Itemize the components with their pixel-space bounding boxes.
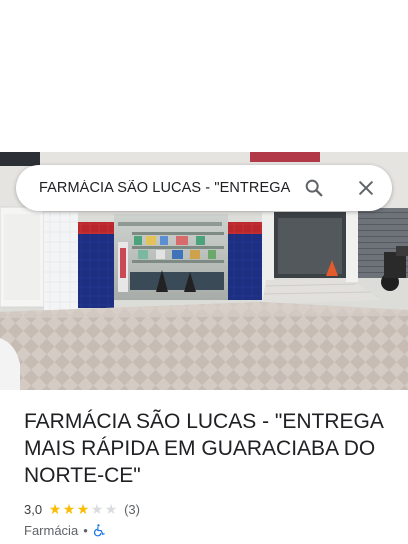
category-row: Farmácia • xyxy=(24,521,106,539)
star-rating: ★ ★ ★ ★ ★ xyxy=(48,502,118,516)
search-button[interactable] xyxy=(300,174,328,202)
star-icon: ★ xyxy=(62,501,76,517)
rating-value: 3,0 xyxy=(24,501,43,517)
wheelchair-icon xyxy=(93,523,106,537)
close-button[interactable] xyxy=(352,174,380,202)
search-bar[interactable]: FARMÁCIA SÃO LUCAS - "ENTREGA xyxy=(16,165,392,211)
review-count[interactable]: (3) xyxy=(124,502,140,517)
search-icon xyxy=(305,179,323,197)
search-input[interactable]: FARMÁCIA SÃO LUCAS - "ENTREGA xyxy=(39,180,291,196)
star-icon: ★ xyxy=(76,501,90,517)
separator: • xyxy=(83,522,88,538)
place-title[interactable]: FARMÁCIA SÃO LUCAS - "ENTREGA MAIS RÁPID… xyxy=(24,408,396,489)
star-icon: ★ xyxy=(48,501,62,517)
close-icon xyxy=(359,181,373,195)
star-icon: ★ xyxy=(90,501,104,517)
category-label: Farmácia xyxy=(24,522,79,538)
place-info-panel: FARMÁCIA SÃO LUCAS - "ENTREGA MAIS RÁPID… xyxy=(0,390,408,544)
blank-header-area xyxy=(0,0,408,152)
rating-row[interactable]: 3,0 ★ ★ ★ ★ ★ (3) xyxy=(24,500,140,518)
star-icon: ★ xyxy=(104,501,118,517)
